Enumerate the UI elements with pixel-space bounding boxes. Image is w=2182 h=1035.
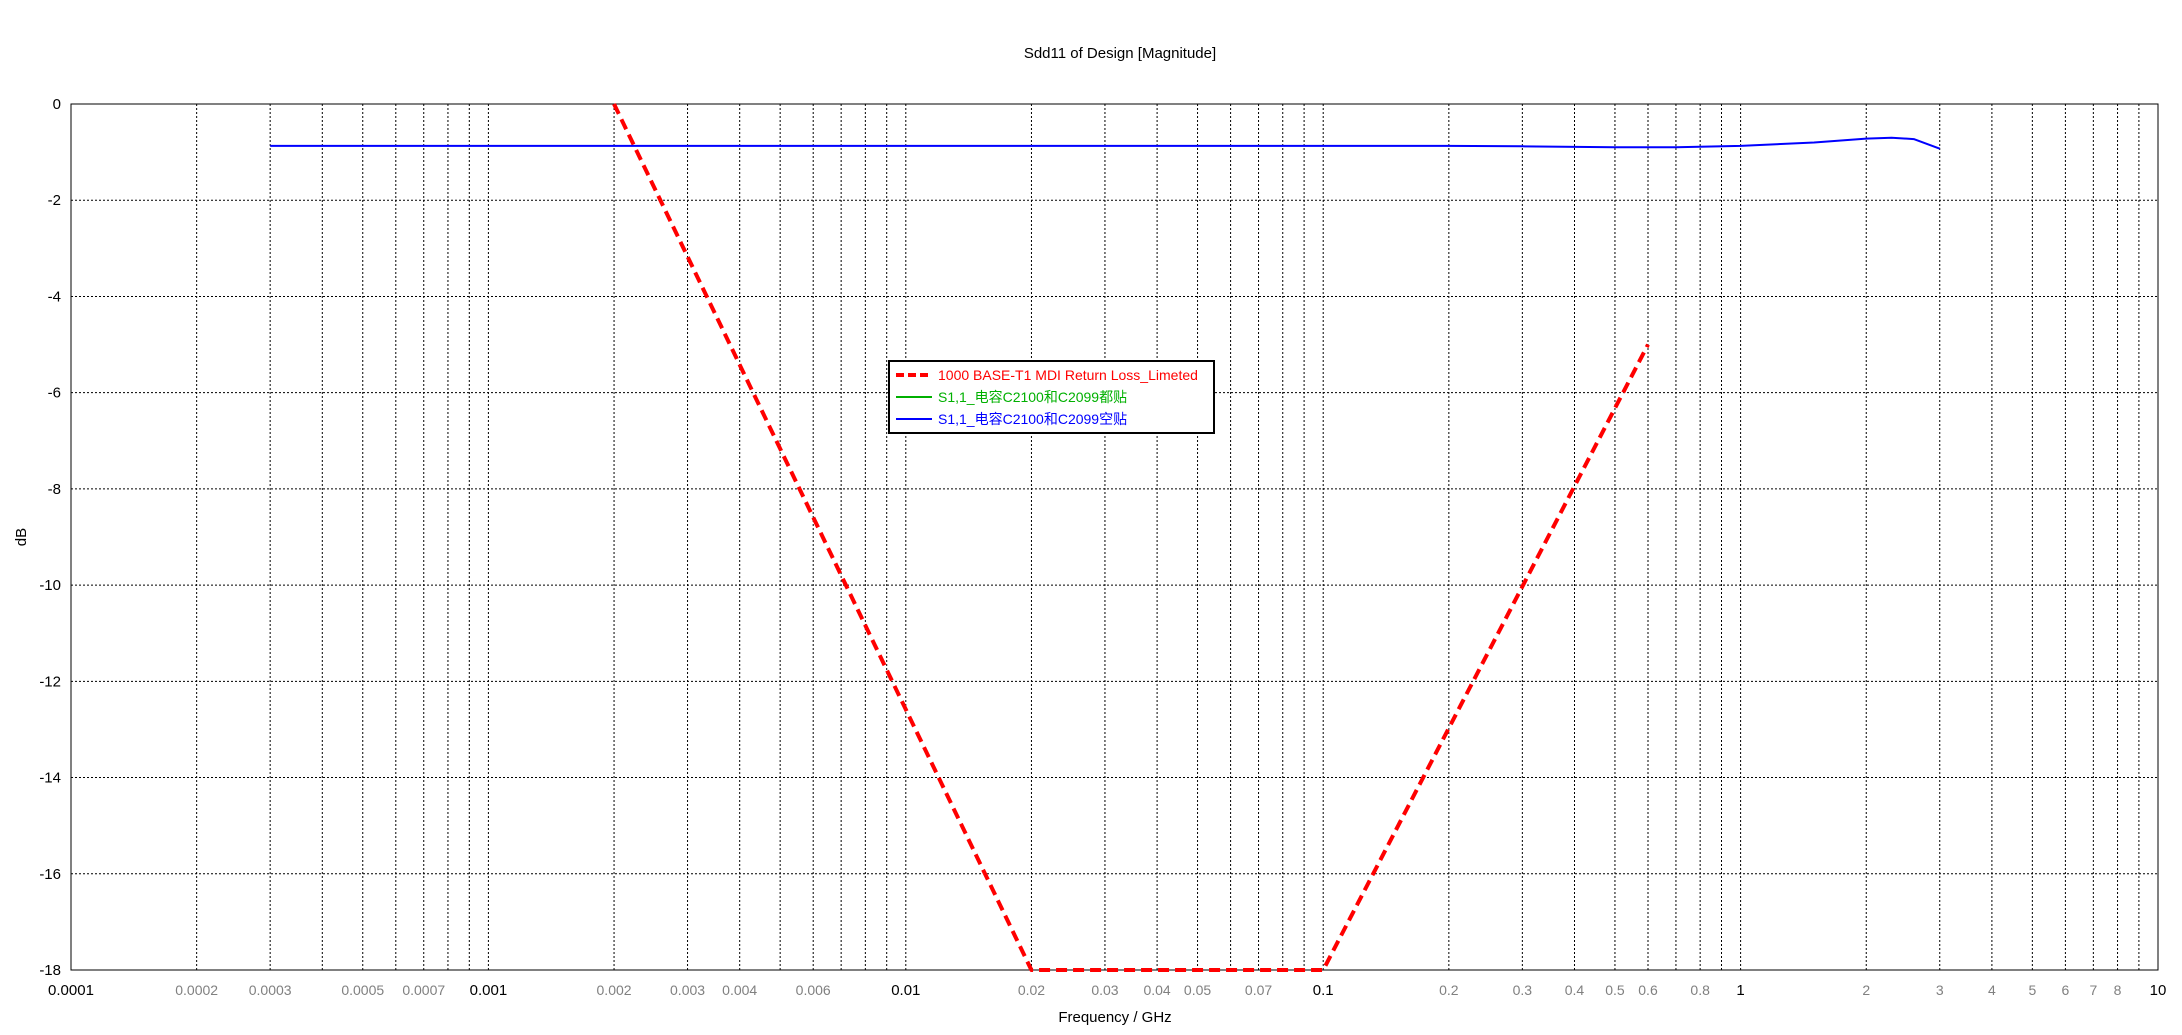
series-line-3 (270, 136, 1941, 150)
x-tick-label: 0.04 (1143, 982, 1170, 998)
y-tick-label: -16 (39, 866, 61, 883)
x-tick-label: 5 (2028, 982, 2036, 998)
y-tick-label: -8 (48, 481, 61, 498)
x-tick-label: 10 (2150, 982, 2167, 999)
x-tick-label: 0.01 (891, 982, 920, 999)
x-tick-label: 6 (2062, 982, 2070, 998)
x-tick-label: 0.07 (1245, 982, 1272, 998)
x-axis-label: Frequency / GHz (1058, 1009, 1171, 1026)
x-tick-label: 0.0007 (402, 982, 445, 998)
x-tick-label: 0.1 (1313, 982, 1334, 999)
x-tick-label: 0.003 (670, 982, 705, 998)
legend-label-3: S1,1_电容C2100和C2099空贴 (938, 411, 1127, 427)
x-tick-label: 0.004 (722, 982, 757, 998)
x-tick-label: 0.002 (597, 982, 632, 998)
x-tick-label: 0.0002 (175, 982, 218, 998)
chart: Sdd11 of Design [Magnitude] 0 -2 -4 -6 -8 -10… (13, 45, 2166, 1026)
y-tick-label: -10 (39, 577, 61, 594)
x-tick-label: 0.03 (1091, 982, 1118, 998)
y-axis-label: dB (13, 528, 30, 546)
y-tick-label: -12 (39, 673, 61, 690)
axes: 0 -2 -4 -6 -8 -10 -12 -14 -16 -18 0.0001 0.0002 0.00… (39, 96, 2166, 999)
x-tick-label: 0.6 (1638, 982, 1658, 998)
x-tick-label: 0.4 (1565, 982, 1585, 998)
x-tick-label: 7 (2089, 982, 2097, 998)
x-tick-label: 8 (2114, 982, 2122, 998)
x-tick-label: 0.8 (1690, 982, 1710, 998)
x-tick-label: 2 (1862, 982, 1870, 998)
y-tick-label: -4 (48, 288, 61, 305)
x-tick-label: 3 (1936, 982, 1944, 998)
legend-label-2: S1,1_电容C2100和C2099都贴 (938, 389, 1127, 405)
x-tick-label: 1 (1736, 982, 1744, 999)
x-tick-label: 0.006 (796, 982, 831, 998)
y-tick-label: -2 (48, 192, 61, 209)
x-tick-label: 0.001 (470, 982, 508, 999)
x-tick-label: 0.05 (1184, 982, 1211, 998)
x-tick-label: 0.0003 (249, 982, 292, 998)
x-tick-label: 4 (1988, 982, 1996, 998)
legend: 1000 BASE-T1 MDI Return Loss_Limeted S1,1… (888, 360, 1215, 434)
chart-title: Sdd11 of Design [Magnitude] (1024, 45, 1216, 62)
plot-frame (70, 103, 2159, 971)
x-tick-label: 0.0001 (48, 982, 94, 999)
legend-label-1: 1000 BASE-T1 MDI Return Loss_Limeted (938, 367, 1198, 383)
series-line-1 (612, 103, 1650, 972)
x-tick-label: 0.3 (1513, 982, 1533, 998)
x-tick-label: 0.2 (1439, 982, 1459, 998)
x-tick-label: 0.5 (1605, 982, 1625, 998)
y-tick-label: -18 (39, 962, 61, 979)
x-tick-label: 0.02 (1018, 982, 1045, 998)
grid (71, 104, 2158, 970)
y-tick-label: 0 (53, 96, 61, 113)
x-tick-label: 0.0005 (341, 982, 384, 998)
y-tick-label: -6 (48, 385, 61, 402)
y-tick-label: -14 (39, 770, 61, 787)
